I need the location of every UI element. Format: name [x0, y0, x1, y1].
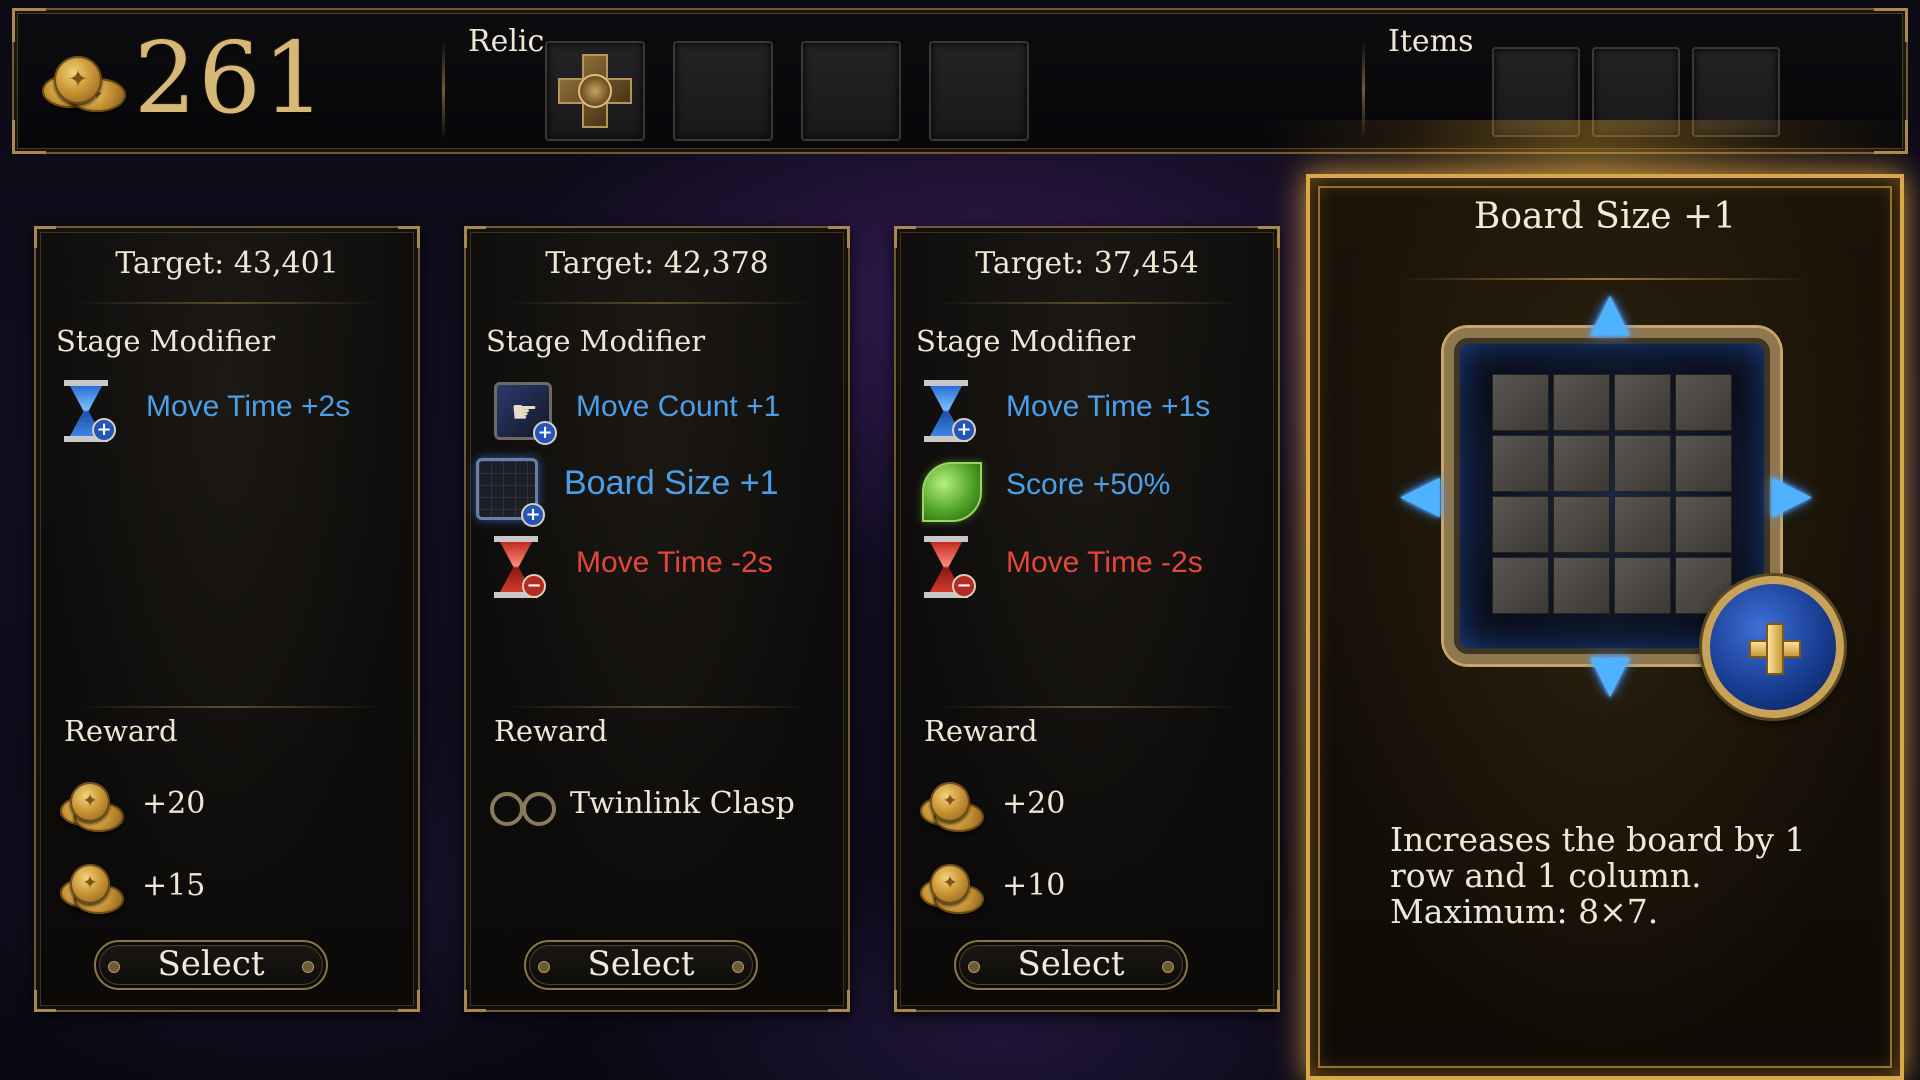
- modifier-text: Move Time +1s: [1006, 390, 1211, 423]
- modifier-text: Move Time -2s: [576, 546, 773, 579]
- detail-title: Board Size +1: [1473, 196, 1737, 237]
- stage-card-3[interactable]: Target: 37,454 Stage Modifier + Move Tim…: [894, 226, 1280, 1012]
- stage-card-1[interactable]: Target: 43,401 Stage Modifier + Move Tim…: [34, 226, 420, 1012]
- select-button[interactable]: Select: [524, 940, 758, 990]
- description-line: Maximum: 8×7.: [1390, 892, 1659, 931]
- gold-coins-icon: [920, 782, 984, 832]
- plus-medal-icon: [1702, 576, 1844, 718]
- frame-corner: [828, 990, 850, 1012]
- frame-corner: [464, 990, 486, 1012]
- twinlink-clasp-icon: [488, 790, 556, 826]
- relic-slot-3[interactable]: [801, 41, 901, 141]
- frame-corner: [464, 226, 486, 248]
- arrow-left-icon: ◀: [1400, 464, 1440, 524]
- items-label: Items: [1388, 24, 1474, 59]
- divider: [506, 302, 812, 304]
- modifier-text: Board Size +1: [564, 464, 779, 502]
- leaf-icon: [922, 462, 982, 522]
- gold-coins-icon: [60, 782, 124, 832]
- reward-title: Reward: [494, 714, 608, 748]
- stage-target: Target: 42,378: [545, 246, 769, 281]
- modifier-row: − Move Time -2s: [486, 534, 826, 604]
- divider: [936, 706, 1242, 708]
- hourglass-plus-icon: +: [924, 380, 976, 442]
- frame-corner: [894, 990, 916, 1012]
- arrow-right-icon: ▶: [1772, 464, 1812, 524]
- hourglass-plus-icon: +: [64, 380, 116, 442]
- arrow-up-icon: ▲: [1590, 282, 1630, 342]
- divider: [936, 302, 1242, 304]
- stage-modifier-title: Stage Modifier: [56, 324, 276, 358]
- gold-counter: 261: [134, 22, 328, 136]
- frame-corner: [398, 226, 420, 248]
- frame-corner: [894, 226, 916, 248]
- move-count-plus-icon: +: [494, 382, 557, 445]
- hourglass-minus-icon: −: [494, 536, 546, 598]
- stage-modifier-title: Stage Modifier: [916, 324, 1136, 358]
- modifier-text: Move Time -2s: [1006, 546, 1203, 579]
- gold-coins-icon: [60, 864, 124, 914]
- relic-slot-1[interactable]: [545, 41, 645, 141]
- relic-label: Relic: [468, 24, 545, 59]
- modifier-row: Score +50%: [916, 456, 1256, 526]
- gold-coins-icon: [42, 56, 132, 116]
- board-size-plus-icon: +: [476, 458, 545, 527]
- modifier-text: Score +50%: [1006, 468, 1171, 501]
- description-line: row and 1 column.: [1390, 856, 1702, 895]
- reward-text: +20: [142, 786, 206, 821]
- divider: [442, 40, 445, 140]
- board-grid: [1492, 374, 1732, 614]
- stage-target: Target: 37,454: [975, 246, 1199, 281]
- gold-coins-icon: [920, 864, 984, 914]
- select-button[interactable]: Select: [954, 940, 1188, 990]
- modifier-row: + Board Size +1: [470, 452, 826, 527]
- frame-corner: [34, 226, 56, 248]
- modifier-row: + Move Count +1: [486, 378, 826, 448]
- reward-text: +15: [142, 868, 206, 903]
- reward-title: Reward: [64, 714, 178, 748]
- stage-card-2[interactable]: Target: 42,378 Stage Modifier + Move Cou…: [464, 226, 850, 1012]
- hourglass-minus-icon: −: [924, 536, 976, 598]
- detail-description: Increases the board by 1 row and 1 colum…: [1390, 822, 1860, 930]
- relic-cross-icon: [556, 52, 634, 130]
- frame-corner: [1874, 8, 1908, 42]
- frame-corner: [398, 990, 420, 1012]
- reward-text: +10: [1002, 868, 1066, 903]
- arrow-down-icon: ▼: [1590, 644, 1630, 704]
- reward-text: Twinlink Clasp: [570, 786, 795, 821]
- reward-title: Reward: [924, 714, 1038, 748]
- stage-target: Target: 43,401: [115, 246, 339, 281]
- modifier-text: Move Time +2s: [146, 390, 351, 423]
- frame-corner: [828, 226, 850, 248]
- modifier-text: Move Count +1: [576, 390, 781, 423]
- select-button[interactable]: Select: [94, 940, 328, 990]
- frame-corner: [34, 990, 56, 1012]
- relic-slot-4[interactable]: [929, 41, 1029, 141]
- frame-corner: [12, 120, 46, 154]
- divider: [76, 302, 382, 304]
- detail-panel: Board Size +1 ▲ ▼ ◀ ▶ Increases the boar…: [1306, 174, 1904, 1080]
- board-size-plus-icon: ▲ ▼ ◀ ▶: [1400, 282, 1844, 718]
- divider: [506, 706, 812, 708]
- divider: [1400, 278, 1810, 280]
- modifier-row: − Move Time -2s: [916, 534, 1256, 604]
- description-line: Increases the board by 1: [1390, 820, 1806, 859]
- divider: [76, 706, 382, 708]
- reward-text: +20: [1002, 786, 1066, 821]
- relic-slot-2[interactable]: [673, 41, 773, 141]
- frame-corner: [12, 8, 46, 42]
- modifier-row: + Move Time +1s: [916, 378, 1256, 448]
- modifier-row: + Move Time +2s: [56, 378, 396, 448]
- stage-modifier-title: Stage Modifier: [486, 324, 706, 358]
